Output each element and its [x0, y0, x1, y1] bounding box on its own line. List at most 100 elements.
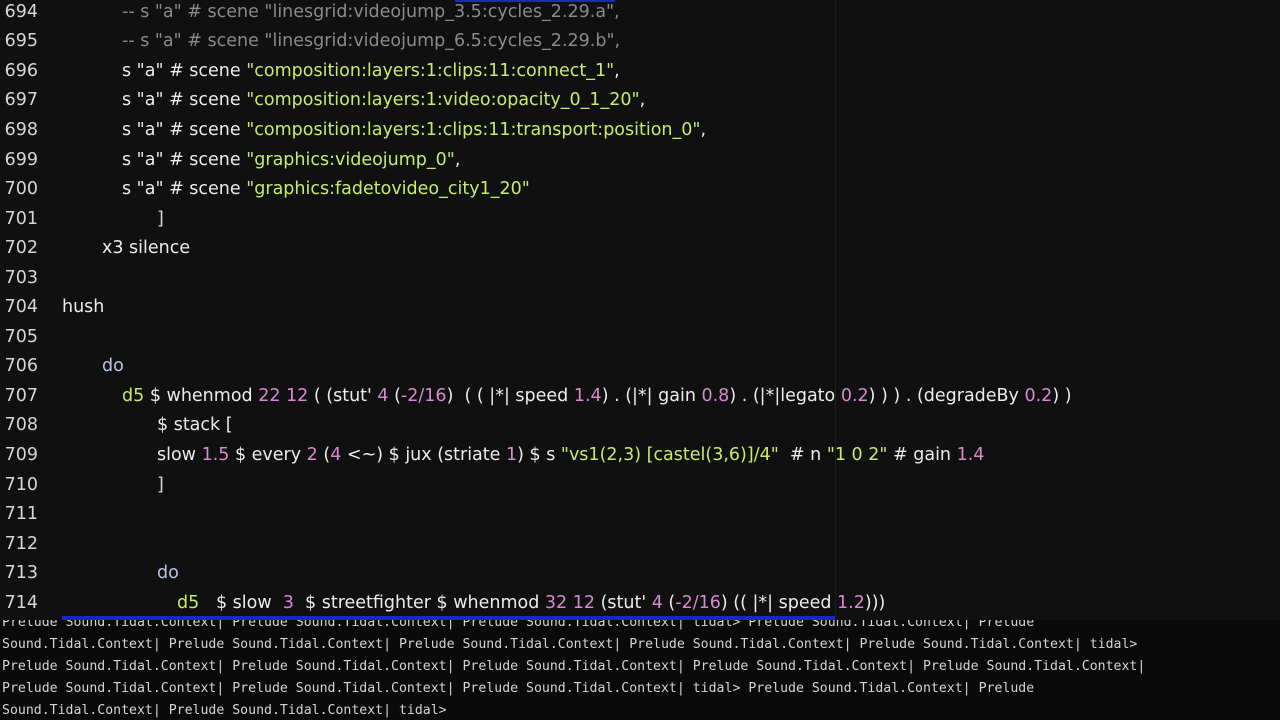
code-token: ) )	[1052, 386, 1072, 406]
code-text: do	[102, 351, 124, 381]
line-number: 707	[4, 386, 38, 406]
terminal-line: Prelude Sound.Tidal.Context| Prelude Sou…	[2, 620, 1035, 630]
code-token: <~) $ jux (striate	[341, 445, 506, 465]
code-text: slow 1.5 $ every 2 (4 <~) $ jux (striate…	[157, 440, 984, 470]
line-number: 712	[4, 534, 38, 554]
line-number: 701	[4, 209, 38, 229]
code-token: d5	[122, 386, 145, 406]
code-token: "graphics:fadetovideo_city1_20"	[246, 179, 530, 199]
code-line[interactable]: 714 d5 $ slow 3 $ streetfighter $ whenmod…	[0, 588, 1280, 618]
code-line[interactable]: 694 -- s "a" # scene "linesgrid:videojump…	[0, 0, 1280, 27]
code-token: (stut'	[595, 593, 652, 613]
code-text: s "a" # scene "composition:layers:1:clip…	[122, 115, 706, 145]
terminal-line: Sound.Tidal.Context| Prelude Sound.Tidal…	[2, 703, 447, 718]
code-token: ,	[454, 150, 461, 170]
code-token: ,	[639, 90, 646, 110]
code-text: ]	[157, 470, 164, 500]
code-text: s "a" # scene "composition:layers:1:vide…	[122, 85, 645, 115]
code-text: d5 $ slow 3 $ streetfighter $ whenmod 32…	[177, 588, 885, 618]
code-line[interactable]: 713 do	[0, 558, 1280, 588]
code-token: $ every	[229, 445, 307, 465]
code-token: $ slow	[199, 593, 283, 613]
code-token: "graphics:videojump_0"	[246, 150, 455, 170]
code-token: ) . (|*|legato	[729, 386, 841, 406]
code-token: "composition:layers:1:clips:11:connect_1…	[246, 61, 615, 81]
code-token: x3 silence	[102, 238, 191, 258]
code-token: slow	[157, 445, 202, 465]
code-line[interactable]: 704 hush	[0, 292, 1280, 322]
code-line[interactable]: 702 x3 silence	[0, 233, 1280, 263]
code-token: 3	[282, 593, 294, 613]
code-token: (	[317, 445, 331, 465]
code-line[interactable]: 700 s "a" # scene "graphics:fadetovideo_c…	[0, 174, 1280, 204]
line-number: 713	[4, 563, 38, 583]
code-token: ( (stut'	[308, 386, 378, 406]
code-token: -2/16	[400, 386, 447, 406]
code-token: )))	[864, 593, 886, 613]
code-text: do	[157, 558, 179, 588]
code-editor[interactable]: 694 -- s "a" # scene "linesgrid:videojump…	[0, 0, 1280, 620]
code-text: ]	[157, 204, 164, 234]
line-number: 698	[4, 120, 38, 140]
line-number: 706	[4, 356, 38, 376]
code-token: ) $ s	[517, 445, 561, 465]
code-token: 4	[651, 593, 663, 613]
code-token: $ streetfighter $ whenmod	[293, 593, 545, 613]
line-number: 696	[4, 61, 38, 81]
code-token: "composition:layers:1:video:opacity_0_1_…	[246, 90, 640, 110]
code-token: (	[388, 386, 401, 406]
code-token: ]	[157, 475, 164, 495]
code-text: s "a" # scene "graphics:videojump_0",	[122, 145, 460, 175]
line-number: 695	[4, 31, 38, 51]
terminal-line: Sound.Tidal.Context| Prelude Sound.Tidal…	[2, 637, 1138, 652]
code-token: 0.8	[701, 386, 730, 406]
code-token: $ whenmod	[144, 386, 259, 406]
code-token: ) ) ) . (degradeBy	[868, 386, 1025, 406]
code-line[interactable]: 695 -- s "a" # scene "linesgrid:videojump…	[0, 26, 1280, 56]
code-line[interactable]: 707 d5 $ whenmod 22 12 ( (stut' 4 (-2/16)…	[0, 381, 1280, 411]
code-line[interactable]: 709 slow 1.5 $ every 2 (4 <~) $ jux (stri…	[0, 440, 1280, 470]
code-line[interactable]: 703	[0, 263, 1280, 293]
terminal-panel[interactable]: Prelude Sound.Tidal.Context| Prelude Sou…	[0, 620, 1280, 720]
code-line[interactable]: 696 s "a" # scene "composition:layers:1:c…	[0, 56, 1280, 86]
code-token: # gain	[887, 445, 957, 465]
code-text: s "a" # scene "graphics:fadetovideo_city…	[122, 174, 530, 204]
code-token: -- s "a" # scene "linesgrid:videojump_3.…	[122, 2, 620, 22]
code-line[interactable]: 708 $ stack [	[0, 410, 1280, 440]
code-token: 0.2	[840, 386, 869, 406]
line-number: 705	[4, 327, 38, 347]
code-line[interactable]: 698 s "a" # scene "composition:layers:1:c…	[0, 115, 1280, 145]
code-token: "composition:layers:1:clips:11:transport…	[246, 120, 701, 140]
code-text: x3 silence	[102, 233, 190, 263]
code-token: $ stack [	[157, 415, 233, 435]
code-token: ,	[614, 61, 620, 81]
code-token: 2	[306, 445, 318, 465]
code-line[interactable]: 699 s "a" # scene "graphics:videojump_0",	[0, 145, 1280, 175]
code-token: ) . (|*| gain	[601, 386, 702, 406]
code-line[interactable]: 706 do	[0, 351, 1280, 381]
code-line[interactable]: 711	[0, 499, 1280, 529]
line-number: 694	[4, 2, 38, 22]
code-token: ,	[700, 120, 707, 140]
line-number: 708	[4, 415, 38, 435]
code-line[interactable]: 710]	[0, 470, 1280, 500]
code-token: s "a" # scene	[122, 150, 247, 170]
code-token: s "a" # scene	[122, 90, 247, 110]
code-line[interactable]: 705	[0, 322, 1280, 352]
line-number: 711	[4, 504, 38, 524]
code-token: ]	[157, 209, 164, 229]
code-text: $ stack [	[157, 410, 233, 440]
code-token: s "a" # scene	[122, 61, 247, 81]
code-line[interactable]: 712	[0, 529, 1280, 559]
code-token: 1.4	[956, 445, 985, 465]
code-token: 1.2	[837, 593, 865, 613]
code-text: d5 $ whenmod 22 12 ( (stut' 4 (-2/16) ( …	[122, 381, 1072, 411]
line-number: 714	[4, 593, 38, 613]
code-line[interactable]: 697 s "a" # scene "composition:layers:1:v…	[0, 85, 1280, 115]
code-token: 22 12	[258, 386, 309, 406]
line-number: 703	[4, 268, 38, 288]
code-line[interactable]: 701]	[0, 204, 1280, 234]
code-token: 0.2	[1024, 386, 1053, 406]
code-token: (	[662, 593, 676, 613]
code-token: # n	[778, 445, 827, 465]
